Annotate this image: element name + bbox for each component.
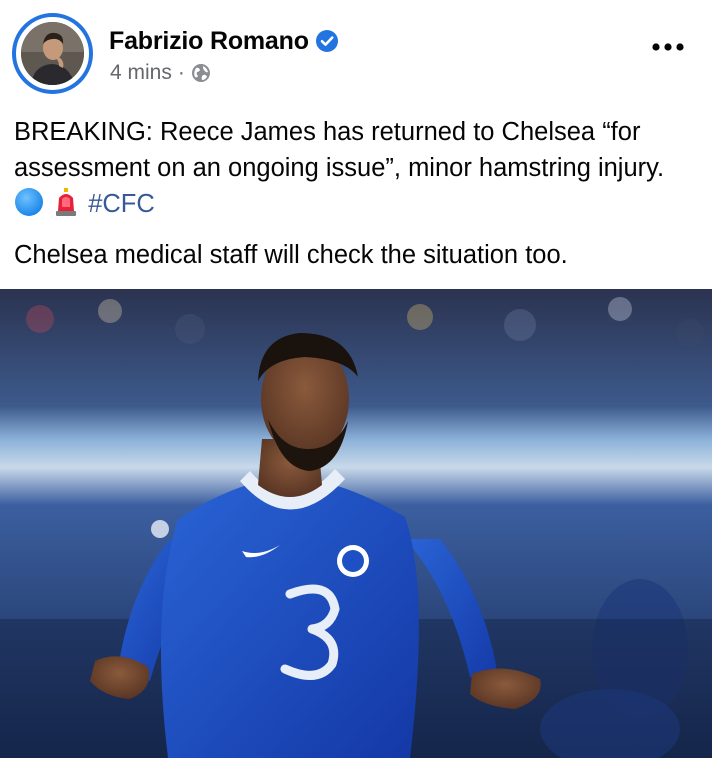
post-text-line-1: BREAKING: Reece James has returned to Ch… (14, 118, 665, 182)
hashtag-link[interactable]: #CFC (88, 190, 155, 218)
post-text: BREAKING: Reece James has returned to Ch… (14, 114, 698, 273)
author-name[interactable]: Fabrizio Romano (109, 27, 309, 56)
verified-badge-icon (315, 29, 339, 53)
avatar[interactable] (12, 13, 93, 94)
more-options-icon (652, 43, 684, 51)
post-header: Fabrizio Romano 4 mins · (0, 0, 712, 100)
globe-icon (191, 63, 211, 83)
avatar-image (21, 22, 84, 85)
post-paragraph-2: Chelsea medical staff will check the sit… (14, 241, 568, 269)
siren-emoji (51, 187, 81, 227)
post-photo[interactable] (0, 289, 712, 758)
post-meta: 4 mins · (110, 61, 211, 85)
author-row: Fabrizio Romano (109, 26, 339, 56)
more-options-button[interactable] (648, 30, 688, 64)
blue-circle-emoji (14, 187, 44, 227)
meta-separator: · (177, 61, 185, 84)
post-time[interactable]: 4 mins (110, 61, 172, 85)
post-paragraph-1: BREAKING: Reece James has returned to Ch… (14, 114, 698, 227)
